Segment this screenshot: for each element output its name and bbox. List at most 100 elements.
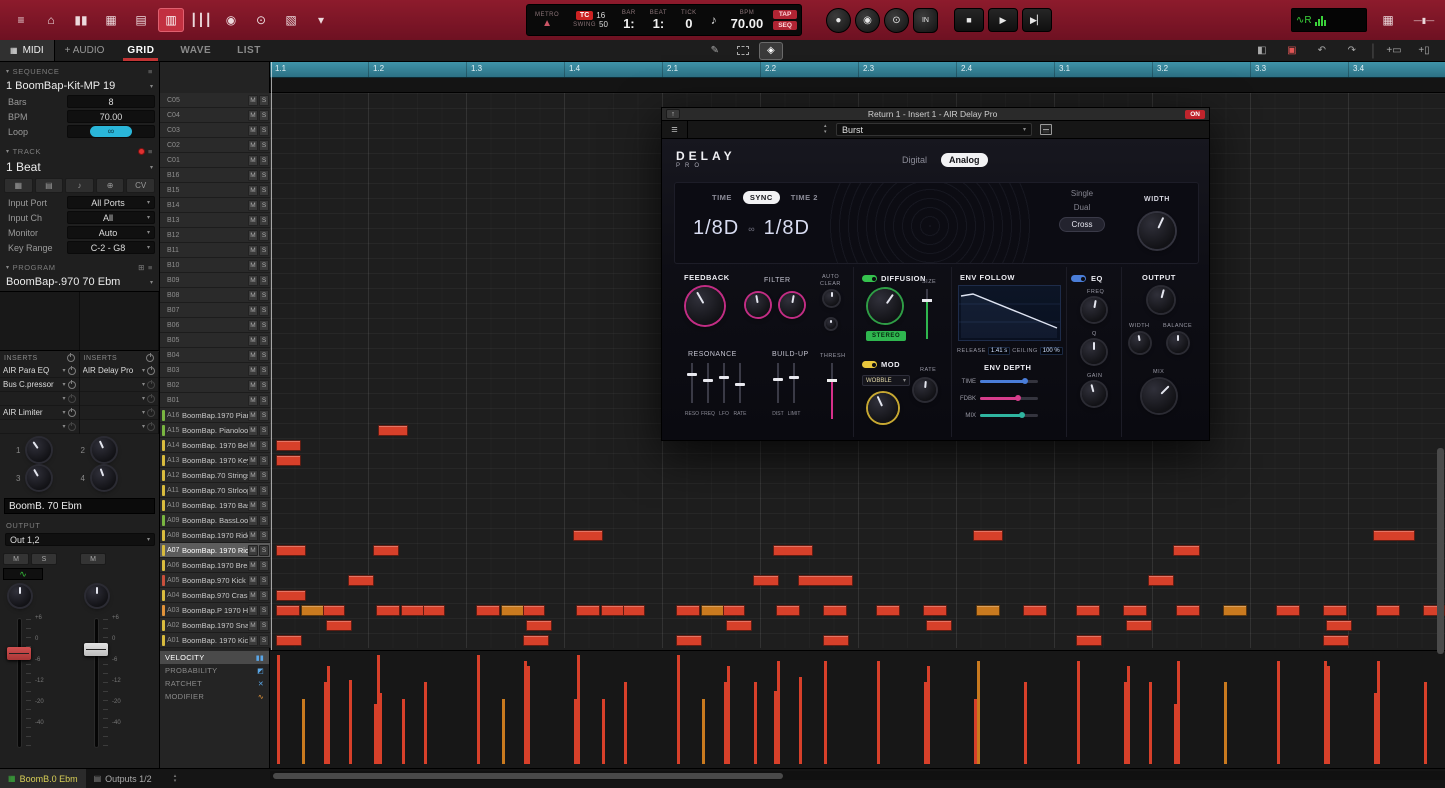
mute-button[interactable]: M (248, 425, 258, 436)
midi-note[interactable] (773, 545, 813, 556)
velocity-bar[interactable] (524, 661, 527, 764)
solo-button[interactable]: S (259, 395, 269, 406)
track-row[interactable]: B10MS (160, 258, 270, 273)
program-edit-icon[interactable]: ⊞ (138, 263, 145, 272)
fader-handle[interactable] (84, 643, 108, 656)
midi-note[interactable] (1126, 620, 1152, 631)
velocity-bar[interactable] (302, 699, 305, 764)
solo-button[interactable]: S (259, 95, 269, 106)
midi-note[interactable] (1173, 545, 1200, 556)
mod-shape-dropdown[interactable]: WOBBLE▾ (862, 375, 910, 386)
velocity-bar[interactable] (1024, 682, 1027, 764)
midi-note[interactable] (976, 605, 1000, 616)
seq-button[interactable]: SEQ (773, 21, 797, 30)
track-row[interactable]: A11BoomBap.70 StrloopMS (160, 483, 270, 498)
program-menu-icon[interactable]: ≡ (148, 263, 153, 272)
track-row[interactable]: B13MS (160, 213, 270, 228)
solo-button[interactable]: S (259, 605, 269, 616)
solo-button[interactable]: S (259, 140, 269, 151)
track-row[interactable]: B02MS (160, 378, 270, 393)
midi-note[interactable] (348, 575, 374, 586)
velocity-bar[interactable] (1177, 661, 1180, 764)
track-row[interactable]: A05BoomBap.970 Kick 2MS (160, 573, 270, 588)
mod-rate-knob[interactable] (914, 379, 936, 401)
midi-note[interactable] (276, 440, 301, 451)
ruler-label[interactable]: 1.3 (466, 62, 564, 77)
track-row[interactable]: B09MS (160, 273, 270, 288)
midi-note[interactable] (1076, 605, 1100, 616)
ruler-label[interactable]: 3.4 (1348, 62, 1445, 77)
mute-button[interactable]: M (248, 590, 258, 601)
solo-button[interactable]: S (259, 170, 269, 181)
tab-grid[interactable]: GRID (114, 40, 167, 61)
eraser-tool-icon[interactable]: ◈ (760, 43, 782, 59)
lane-tab-ratchet[interactable]: RATCHET✕ (160, 677, 269, 690)
keygroup-icon[interactable]: ▤ (35, 178, 64, 193)
eq-gain-knob[interactable] (1082, 382, 1106, 406)
undo-button[interactable]: ↶ (1311, 43, 1333, 59)
midi-note[interactable] (523, 635, 549, 646)
track-row[interactable]: B11MS (160, 243, 270, 258)
feedback-knob[interactable] (686, 287, 724, 325)
solo-button[interactable]: S (259, 410, 269, 421)
midi-note[interactable] (701, 605, 725, 616)
midi-note[interactable] (276, 605, 300, 616)
track-selector[interactable]: 1 Beat ▾ (0, 158, 159, 176)
track-row[interactable]: B14MS (160, 198, 270, 213)
mute-button[interactable]: M (80, 553, 106, 565)
tab-midi[interactable]: ▦ MIDI (0, 40, 55, 61)
mute-button[interactable]: M (3, 553, 29, 565)
mute-button[interactable]: M (248, 560, 258, 571)
midi-note[interactable] (776, 605, 800, 616)
solo-button[interactable]: S (259, 245, 269, 256)
solo-button[interactable]: S (259, 500, 269, 511)
velocity-bar[interactable] (1324, 661, 1327, 764)
midi-note[interactable] (378, 425, 408, 436)
insert-slot[interactable]: ▾ (80, 406, 159, 420)
midi-note[interactable] (823, 605, 847, 616)
fader-handle[interactable] (7, 647, 31, 660)
mixer-icon[interactable]: ▮▮ (68, 8, 94, 32)
mute-button[interactable]: M (248, 635, 258, 646)
slider-limit[interactable]: LIMIT (786, 363, 802, 419)
solo-button[interactable]: S (259, 230, 269, 241)
track-row[interactable]: C04MS (160, 108, 270, 123)
track-row[interactable]: C01MS (160, 153, 270, 168)
width-knob[interactable] (1139, 213, 1175, 249)
mute-button[interactable]: M (248, 290, 258, 301)
setting-value-dropdown[interactable]: Auto▾ (67, 226, 155, 239)
delay-left-value[interactable]: 1/8D (693, 217, 739, 240)
mute-button[interactable]: M (248, 275, 258, 286)
plugin-title-bar[interactable]: ↑ Return 1 - Insert 1 - AIR Delay Pro ON (661, 107, 1210, 121)
power-icon[interactable] (68, 367, 76, 375)
eq-q-knob[interactable] (1082, 340, 1106, 364)
midi-out-icon[interactable]: ⊕ (96, 178, 125, 193)
mute-button[interactable]: M (248, 245, 258, 256)
midi-note[interactable] (573, 530, 603, 541)
ruler-label[interactable]: 3.2 (1152, 62, 1250, 77)
insert-slot[interactable]: ▾ (80, 392, 159, 406)
stop-button[interactable]: ■ (954, 8, 984, 32)
solo-button[interactable]: S (259, 305, 269, 316)
pan-knob[interactable] (86, 585, 108, 607)
output-dropdown[interactable]: Out 1,2 ▾ (5, 533, 155, 546)
qlink-knob-3[interactable] (27, 466, 51, 490)
midi-note[interactable] (576, 605, 600, 616)
midi-note[interactable] (1223, 605, 1247, 616)
midi-note[interactable] (323, 605, 345, 616)
ruler-label[interactable]: 2.4 (956, 62, 1054, 77)
mute-button[interactable]: M (248, 185, 258, 196)
velocity-bar[interactable] (702, 699, 705, 764)
midi-note[interactable] (601, 605, 625, 616)
power-icon[interactable] (67, 354, 75, 362)
track-row[interactable]: A14BoomBap. 1970 BellsMS (160, 438, 270, 453)
track-row[interactable]: A08BoomBap.1970 Ride2MS (160, 528, 270, 543)
mute-button[interactable]: M (248, 200, 258, 211)
region-icon[interactable]: ◧ (1251, 43, 1273, 59)
midi-note[interactable] (501, 605, 525, 616)
diffusion-knob[interactable] (868, 289, 902, 323)
velocity-bar[interactable] (877, 661, 880, 764)
power-icon[interactable] (147, 423, 155, 431)
mute-button[interactable]: M (248, 305, 258, 316)
midi-note[interactable] (876, 605, 900, 616)
